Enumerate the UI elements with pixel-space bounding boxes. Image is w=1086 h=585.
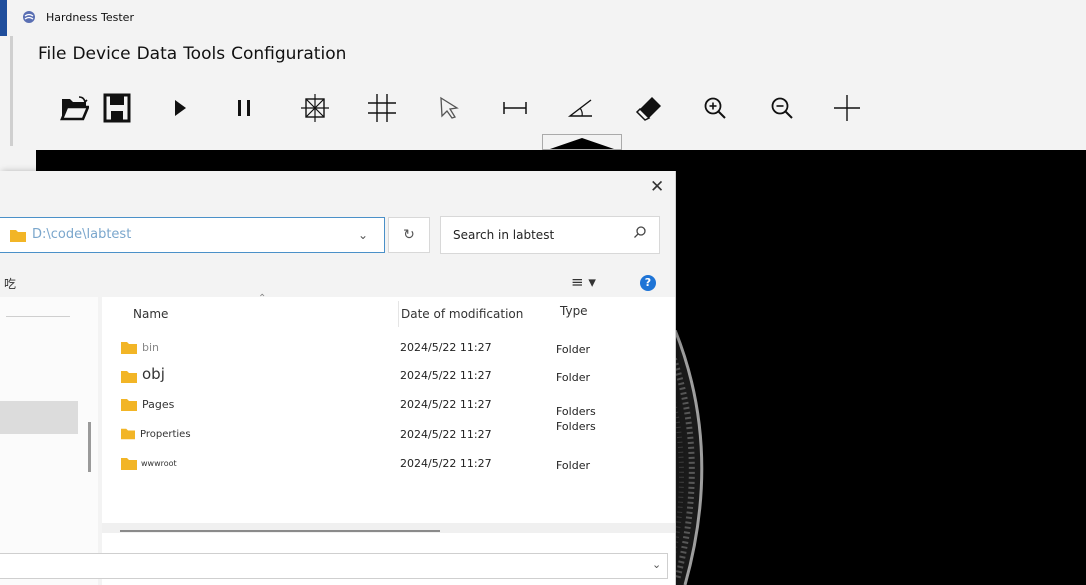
folder-icon (121, 428, 135, 440)
menu-bar: File Device Data Tools Configuration (38, 44, 346, 64)
folder-icon (10, 230, 26, 242)
menu-file[interactable]: File (38, 44, 66, 64)
crosshair-icon (834, 95, 860, 121)
navigation-pane (0, 297, 98, 585)
pause-icon (238, 100, 250, 116)
distance-button[interactable] (495, 86, 535, 130)
file-type: Folder (556, 371, 590, 384)
nav-divider (6, 316, 70, 317)
chevron-down-icon[interactable]: ⌄ (358, 228, 368, 242)
open-folder-icon (60, 96, 89, 121)
menu-data[interactable]: Data (137, 44, 178, 64)
address-bar[interactable]: D:\code\labtest ⌄ (0, 217, 385, 253)
zoom-in-icon (704, 97, 726, 119)
menu-configuration[interactable]: Configuration (231, 44, 346, 64)
file-list: Name ⌃ Date of modification Type bin 202… (102, 293, 675, 585)
auto-measure-button[interactable] (295, 86, 335, 130)
title-accent (0, 0, 7, 36)
file-name: Pages (142, 398, 175, 411)
zoom-out-icon (771, 97, 793, 119)
grid-icon (368, 94, 396, 122)
file-date: 2024/5/22 11:27 (400, 428, 492, 441)
eraser-icon (635, 97, 661, 121)
file-date: 2024/5/22 11:27 (400, 341, 492, 354)
zoom-in-button[interactable] (695, 86, 735, 130)
app-icon (23, 11, 35, 23)
help-icon[interactable]: ? (640, 275, 656, 291)
select-button[interactable] (429, 86, 469, 130)
menu-tools[interactable]: Tools (183, 44, 225, 64)
file-row[interactable]: Properties 2024/5/22 11:27 Folders (102, 420, 675, 448)
sort-caret-icon: ⌃ (258, 293, 267, 304)
splitter-handle[interactable] (542, 134, 622, 150)
open-button[interactable] (54, 86, 94, 130)
close-button[interactable]: ✕ (650, 177, 664, 197)
angle-icon (567, 99, 592, 117)
distance-icon (503, 102, 527, 114)
search-placeholder: Search in labtest (453, 228, 555, 242)
file-row[interactable]: bin 2024/5/22 11:27 Folder (102, 334, 675, 362)
folder-icon (121, 458, 137, 470)
file-type: Folder (556, 343, 590, 356)
horizontal-scrollbar-thumb[interactable] (120, 530, 440, 532)
folder-icon (121, 342, 137, 354)
file-type: Folder (556, 459, 590, 472)
file-name-input[interactable]: ⌄ (0, 553, 668, 579)
zoom-out-button[interactable] (762, 86, 802, 130)
file-row[interactable]: Pages 2024/5/22 11:27 Folders (102, 391, 675, 419)
folder-icon (121, 371, 137, 383)
crosshair-button[interactable] (827, 86, 867, 130)
pointer-icon (440, 96, 459, 119)
search-icon (634, 226, 646, 238)
nav-item-selected[interactable] (0, 401, 78, 434)
file-date: 2024/5/22 11:27 (400, 398, 492, 411)
save-icon (103, 93, 131, 123)
file-type: Folders (556, 405, 596, 418)
file-name: obj (142, 365, 165, 383)
save-button[interactable] (97, 86, 137, 130)
address-path: D:\code\labtest (32, 227, 132, 242)
search-input[interactable]: Search in labtest (440, 216, 660, 254)
eraser-button[interactable] (629, 86, 669, 130)
grid-button[interactable] (362, 86, 402, 130)
pause-button[interactable] (224, 86, 264, 130)
file-type: Folders (556, 420, 596, 433)
refresh-icon: ↻ (403, 227, 415, 243)
column-separator[interactable] (398, 301, 399, 327)
file-date: 2024/5/22 11:27 (400, 457, 492, 470)
chevron-down-icon[interactable]: ⌄ (652, 558, 661, 571)
file-name: bin (142, 341, 160, 354)
file-name: wwwroot (141, 459, 177, 468)
start-button[interactable] (160, 86, 200, 130)
file-row[interactable]: obj 2024/5/22 11:27 Folder (102, 362, 675, 390)
menu-device[interactable]: Device (72, 44, 130, 64)
nav-scrollbar[interactable] (88, 422, 91, 472)
angle-button[interactable] (560, 86, 600, 130)
column-header-type[interactable]: Type (560, 304, 588, 318)
folder-icon (121, 399, 137, 411)
file-row[interactable]: wwwroot 2024/5/22 11:27 Folder (102, 450, 675, 478)
file-date: 2024/5/22 11:27 (400, 369, 492, 382)
open-file-dialog: ✕ D:\code\labtest ⌄ ↻ Search in labtest … (0, 171, 676, 585)
column-header-date[interactable]: Date of modification (401, 307, 523, 321)
view-options-icon[interactable]: ≡ ▾ (571, 273, 596, 291)
dialog-command-bar: 吃 ≡ ▾ ? (0, 267, 675, 299)
title-bar: Hardness Tester (0, 0, 1086, 36)
command-label[interactable]: 吃 (4, 275, 16, 292)
refresh-button[interactable]: ↻ (388, 217, 430, 253)
window-title: Hardness Tester (46, 11, 134, 24)
toolbar (0, 86, 900, 130)
auto-measure-icon (301, 94, 329, 122)
column-header-name[interactable]: Name (133, 307, 168, 321)
file-name: Properties (140, 429, 191, 440)
play-icon (175, 100, 186, 116)
